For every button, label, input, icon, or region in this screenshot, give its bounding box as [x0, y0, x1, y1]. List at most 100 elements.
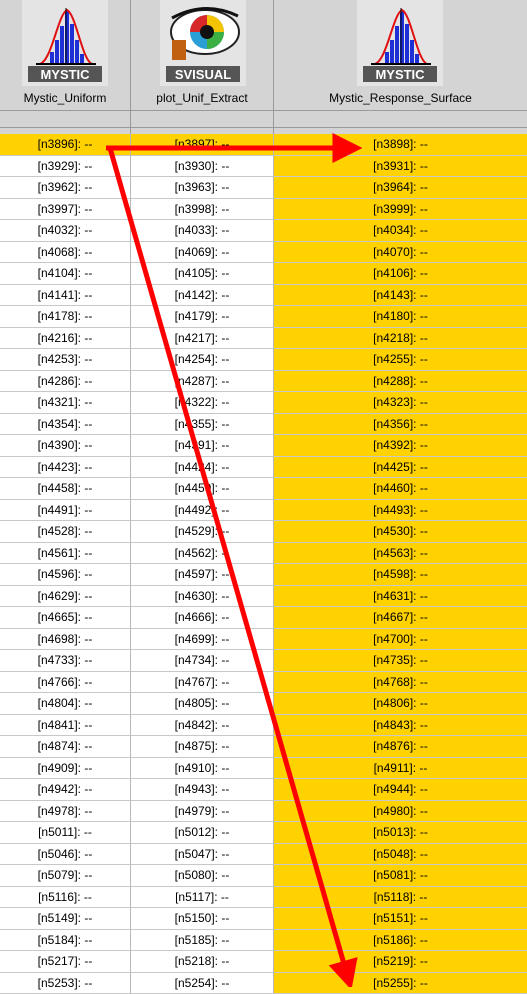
node-cell[interactable]: [n4529]: -- — [131, 521, 274, 543]
node-cell[interactable]: [n4425]: -- — [274, 457, 527, 479]
table-row[interactable]: [n4804]: --[n4805]: --[n4806]: -- — [0, 693, 527, 715]
node-cell[interactable]: [n5184]: -- — [0, 930, 131, 952]
node-cell[interactable]: [n4288]: -- — [274, 371, 527, 393]
node-cell[interactable]: [n4142]: -- — [131, 285, 274, 307]
node-cell[interactable]: [n5011]: -- — [0, 822, 131, 844]
table-row[interactable]: [n4561]: --[n4562]: --[n4563]: -- — [0, 543, 527, 565]
node-cell[interactable]: [n5150]: -- — [131, 908, 274, 930]
table-row[interactable]: [n5046]: --[n5047]: --[n5048]: -- — [0, 844, 527, 866]
node-cell[interactable]: [n4323]: -- — [274, 392, 527, 414]
node-cell[interactable]: [n4322]: -- — [131, 392, 274, 414]
node-cell[interactable]: [n4491]: -- — [0, 500, 131, 522]
table-row[interactable]: [n5149]: --[n5150]: --[n5151]: -- — [0, 908, 527, 930]
table-row[interactable]: [n4528]: --[n4529]: --[n4530]: -- — [0, 521, 527, 543]
table-row[interactable]: [n4423]: --[n4424]: --[n4425]: -- — [0, 457, 527, 479]
node-cell[interactable]: [n5218]: -- — [131, 951, 274, 973]
node-cell[interactable]: [n5116]: -- — [0, 887, 131, 909]
node-cell[interactable]: [n4876]: -- — [274, 736, 527, 758]
node-cell[interactable]: [n3930]: -- — [131, 156, 274, 178]
node-cell[interactable]: [n5219]: -- — [274, 951, 527, 973]
node-cell[interactable]: [n4106]: -- — [274, 263, 527, 285]
table-row[interactable]: [n5116]: --[n5117]: --[n5118]: -- — [0, 887, 527, 909]
node-cell[interactable]: [n4562]: -- — [131, 543, 274, 565]
table-row[interactable]: [n4253]: --[n4254]: --[n4255]: -- — [0, 349, 527, 371]
table-row[interactable]: [n4286]: --[n4287]: --[n4288]: -- — [0, 371, 527, 393]
node-cell[interactable]: [n4666]: -- — [131, 607, 274, 629]
table-row[interactable]: [n4458]: --[n4459]: --[n4460]: -- — [0, 478, 527, 500]
table-row[interactable]: [n4354]: --[n4355]: --[n4356]: -- — [0, 414, 527, 436]
node-cell[interactable]: [n4069]: -- — [131, 242, 274, 264]
table-row[interactable]: [n4216]: --[n4217]: --[n4218]: -- — [0, 328, 527, 350]
node-cell[interactable]: [n4597]: -- — [131, 564, 274, 586]
node-cell[interactable]: [n4356]: -- — [274, 414, 527, 436]
node-cell[interactable]: [n4218]: -- — [274, 328, 527, 350]
node-cell[interactable]: [n4596]: -- — [0, 564, 131, 586]
node-cell[interactable]: [n5046]: -- — [0, 844, 131, 866]
table-row[interactable]: [n4698]: --[n4699]: --[n4700]: -- — [0, 629, 527, 651]
node-cell[interactable]: [n5012]: -- — [131, 822, 274, 844]
table-row[interactable]: [n4733]: --[n4734]: --[n4735]: -- — [0, 650, 527, 672]
node-cell[interactable]: [n3897]: -- — [131, 134, 274, 156]
node-cell[interactable]: [n4216]: -- — [0, 328, 131, 350]
node-cell[interactable]: [n4910]: -- — [131, 758, 274, 780]
node-cell[interactable]: [n4104]: -- — [0, 263, 131, 285]
node-cell[interactable]: [n3997]: -- — [0, 199, 131, 221]
node-cell[interactable]: [n4911]: -- — [274, 758, 527, 780]
table-row[interactable]: [n4909]: --[n4910]: --[n4911]: -- — [0, 758, 527, 780]
node-cell[interactable]: [n3964]: -- — [274, 177, 527, 199]
node-cell[interactable]: [n4944]: -- — [274, 779, 527, 801]
node-cell[interactable]: [n5255]: -- — [274, 973, 527, 994]
node-cell[interactable]: [n3963]: -- — [131, 177, 274, 199]
node-cell[interactable]: [n5253]: -- — [0, 973, 131, 994]
node-cell[interactable]: [n5047]: -- — [131, 844, 274, 866]
node-cell[interactable]: [n4180]: -- — [274, 306, 527, 328]
table-row[interactable]: [n3896]: --[n3897]: --[n3898]: -- — [0, 134, 527, 156]
table-row[interactable]: [n5253]: --[n5254]: --[n5255]: -- — [0, 973, 527, 994]
node-cell[interactable]: [n4253]: -- — [0, 349, 131, 371]
node-cell[interactable]: [n5185]: -- — [131, 930, 274, 952]
node-cell[interactable]: [n5186]: -- — [274, 930, 527, 952]
node-cell[interactable]: [n4563]: -- — [274, 543, 527, 565]
node-cell[interactable]: [n3898]: -- — [274, 134, 527, 156]
node-cell[interactable]: [n4034]: -- — [274, 220, 527, 242]
node-cell[interactable]: [n4460]: -- — [274, 478, 527, 500]
node-cell[interactable]: [n3931]: -- — [274, 156, 527, 178]
node-cell[interactable]: [n4629]: -- — [0, 586, 131, 608]
table-row[interactable]: [n4141]: --[n4142]: --[n4143]: -- — [0, 285, 527, 307]
node-cell[interactable]: [n4700]: -- — [274, 629, 527, 651]
node-cell[interactable]: [n3999]: -- — [274, 199, 527, 221]
node-cell[interactable]: [n4392]: -- — [274, 435, 527, 457]
node-cell[interactable]: [n4733]: -- — [0, 650, 131, 672]
column-header-mystic-uniform[interactable]: MYSTIC Mystic_Uniform — [0, 0, 131, 134]
node-cell[interactable]: [n4874]: -- — [0, 736, 131, 758]
node-cell[interactable]: [n5254]: -- — [131, 973, 274, 994]
table-row[interactable]: [n4766]: --[n4767]: --[n4768]: -- — [0, 672, 527, 694]
table-row[interactable]: [n5079]: --[n5080]: --[n5081]: -- — [0, 865, 527, 887]
node-cell[interactable]: [n4841]: -- — [0, 715, 131, 737]
node-cell[interactable]: [n4458]: -- — [0, 478, 131, 500]
table-row[interactable]: [n4665]: --[n4666]: --[n4667]: -- — [0, 607, 527, 629]
mystic-histogram-icon[interactable]: MYSTIC — [357, 0, 443, 86]
node-cell[interactable]: [n4735]: -- — [274, 650, 527, 672]
node-cell[interactable]: [n4561]: -- — [0, 543, 131, 565]
visual-eye-icon[interactable]: SVISUAL — [160, 0, 246, 86]
node-cell[interactable]: [n4255]: -- — [274, 349, 527, 371]
node-cell[interactable]: [n3929]: -- — [0, 156, 131, 178]
node-cell[interactable]: [n4875]: -- — [131, 736, 274, 758]
table-row[interactable]: [n4874]: --[n4875]: --[n4876]: -- — [0, 736, 527, 758]
node-cell[interactable]: [n4355]: -- — [131, 414, 274, 436]
node-cell[interactable]: [n4980]: -- — [274, 801, 527, 823]
node-cell[interactable]: [n5117]: -- — [131, 887, 274, 909]
node-cell[interactable]: [n4630]: -- — [131, 586, 274, 608]
node-cell[interactable]: [n4766]: -- — [0, 672, 131, 694]
node-cell[interactable]: [n4734]: -- — [131, 650, 274, 672]
node-cell[interactable]: [n4178]: -- — [0, 306, 131, 328]
node-cell[interactable]: [n4492]: -- — [131, 500, 274, 522]
table-row[interactable]: [n4321]: --[n4322]: --[n4323]: -- — [0, 392, 527, 414]
node-cell[interactable]: [n4699]: -- — [131, 629, 274, 651]
node-cell[interactable]: [n4287]: -- — [131, 371, 274, 393]
node-cell[interactable]: [n4842]: -- — [131, 715, 274, 737]
table-row[interactable]: [n4068]: --[n4069]: --[n4070]: -- — [0, 242, 527, 264]
node-cell[interactable]: [n3998]: -- — [131, 199, 274, 221]
node-cell[interactable]: [n4424]: -- — [131, 457, 274, 479]
